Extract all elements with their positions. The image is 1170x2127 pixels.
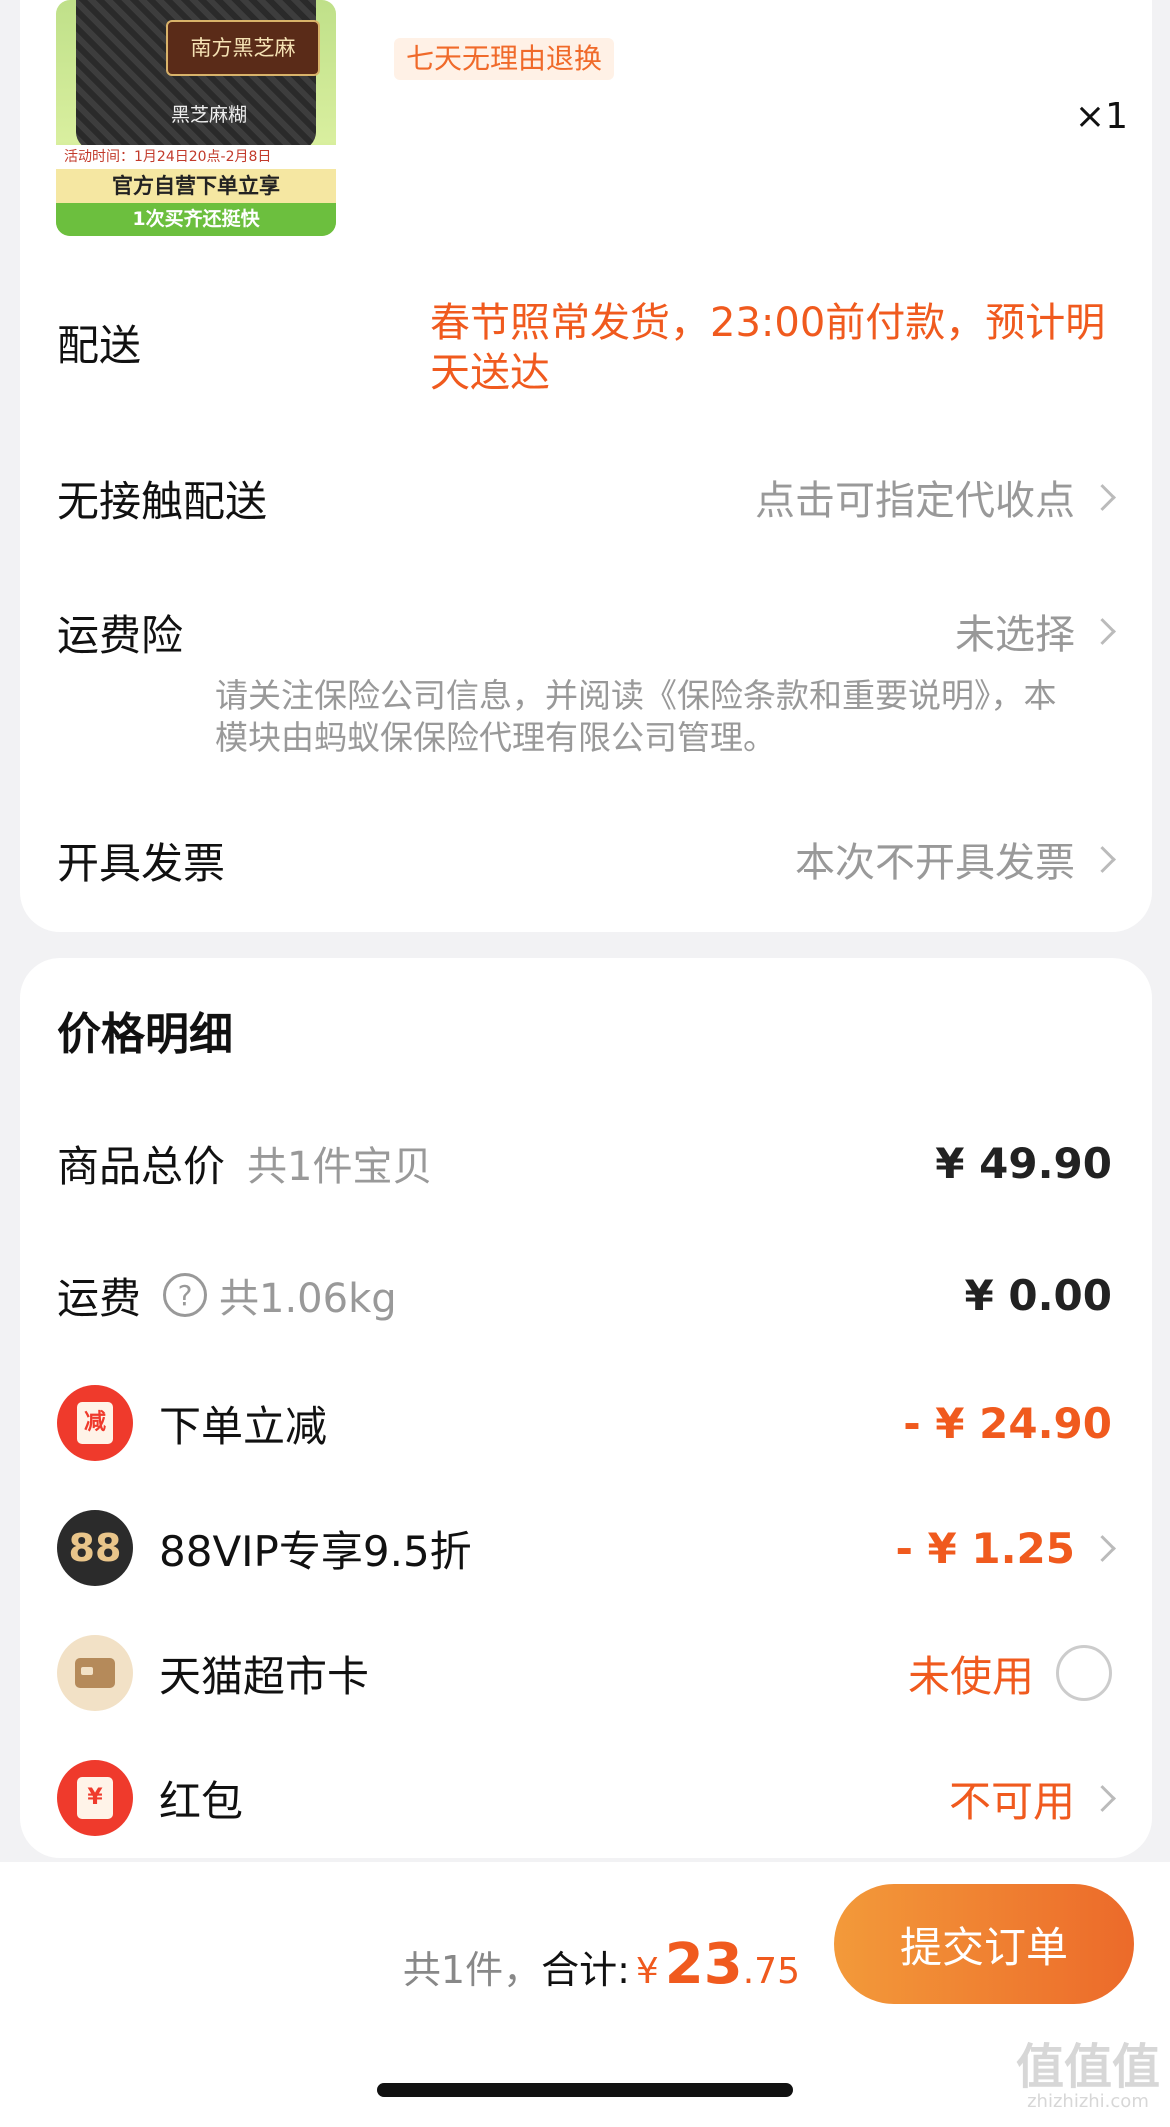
- shipping-insurance-value: 未选择: [955, 612, 1075, 658]
- discount-icon-glyph: 减: [77, 1402, 113, 1444]
- item-count-label: 共1件宝贝: [247, 1144, 433, 1190]
- chevron-right-icon: [1089, 483, 1116, 511]
- discount-icon: 减: [57, 1385, 133, 1461]
- order-discount-row: 减 下单立减 - ¥ 24.90: [20, 1378, 1152, 1468]
- red-packet-label: 红包: [159, 1776, 244, 1826]
- red-packet-value: 不可用: [948, 1776, 1075, 1826]
- home-indicator[interactable]: [377, 2083, 793, 2097]
- price-detail-title: 价格明细: [57, 1009, 233, 1060]
- watermark-url: zhizhizhi.com: [1027, 2091, 1149, 2112]
- product-promo-subbanner: 1次买齐还挺快: [56, 203, 336, 236]
- shipping-fee-row: 运费 ? 共1.06kg ¥ 0.00: [20, 1250, 1152, 1340]
- vip-discount-value-group: - ¥ 1.25: [895, 1503, 1116, 1593]
- order-discount-value: - ¥ 24.90: [903, 1398, 1112, 1448]
- chevron-right-icon: [1089, 617, 1116, 645]
- insurance-disclaimer: 请关注保险公司信息，并阅读《保险条款和重要说明》，本模块由蚂蚁保保险代理有限公司…: [215, 676, 1057, 757]
- currency-symbol: ¥: [635, 1951, 659, 1992]
- chevron-right-icon: [1089, 1534, 1116, 1562]
- contactless-delivery-label: 无接触配送: [57, 477, 268, 526]
- shipping-insurance-value-group: 未选择: [955, 602, 1116, 660]
- gift-card-icon: [57, 1635, 133, 1711]
- shipping-fee-value: ¥ 0.00: [964, 1270, 1112, 1320]
- help-icon[interactable]: ?: [163, 1273, 208, 1317]
- invoice-value: 本次不开具发票: [795, 840, 1075, 886]
- order-total-label: 合计:: [541, 1948, 630, 1992]
- order-total: 共1件， 合计: ¥ 23 .75: [403, 1932, 800, 1997]
- item-total-value: ¥ 49.90: [935, 1138, 1112, 1188]
- contactless-delivery-value-group: 点击可指定代收点: [755, 468, 1116, 526]
- shipping-insurance-label: 运费险: [57, 611, 184, 660]
- chevron-right-icon: [1089, 1784, 1116, 1812]
- supermarket-card-radio[interactable]: [1056, 1645, 1112, 1701]
- product-package: 南方黑芝麻 黑芝麻糊: [76, 0, 320, 150]
- product-promo-banner: 官方自营下单立享: [56, 169, 336, 203]
- shipping-weight-label: 共1.06kg: [219, 1276, 397, 1322]
- product-image[interactable]: 南方黑芝麻 黑芝麻糊 活动时间：1月24日20点-2月8日 官方自营下单立享 1…: [56, 0, 336, 236]
- red-packet-icon-glyph: ¥: [77, 1777, 113, 1819]
- order-total-integer: 23: [664, 1932, 743, 1997]
- order-discount-label: 下单立减: [159, 1401, 328, 1451]
- supermarket-card-value: 未使用: [907, 1651, 1034, 1701]
- order-options-card: 南方黑芝麻 黑芝麻糊 活动时间：1月24日20点-2月8日 官方自营下单立享 1…: [20, 0, 1152, 932]
- watermark-logo: 值值值 zhizhizhi.com: [1016, 2042, 1160, 2112]
- supermarket-card-row: 天猫超市卡 未使用: [20, 1628, 1152, 1718]
- order-item-count: 共1件，: [402, 1948, 542, 1992]
- item-total-row: 商品总价 共1件宝贝 ¥ 49.90: [20, 1118, 1152, 1208]
- vip88-icon: 88: [57, 1510, 133, 1586]
- invoice-label: 开具发票: [57, 839, 226, 888]
- red-packet-icon: ¥: [57, 1760, 133, 1836]
- supermarket-card-label: 天猫超市卡: [159, 1651, 370, 1701]
- vip-discount-value: - ¥ 1.25: [895, 1523, 1075, 1573]
- product-activity-banner: 活动时间：1月24日20点-2月8日: [56, 145, 336, 169]
- item-total-label: 商品总价: [57, 1141, 226, 1191]
- price-detail-card: 价格明细 商品总价 共1件宝贝 ¥ 49.90 运费 ? 共1.06kg ¥ 0…: [20, 958, 1152, 1858]
- quantity-label: ×1: [1074, 96, 1128, 137]
- product-name-label: 黑芝麻糊: [171, 104, 248, 126]
- contactless-delivery-value: 点击可指定代收点: [755, 478, 1075, 524]
- return-policy-tag: 七天无理由退换: [394, 38, 615, 80]
- checkout-bar: 共1件， 合计: ¥ 23 .75 提交订单 值值值 zhizhizhi.com: [0, 1862, 1170, 2127]
- vip-discount-label: 88VIP专享9.5折: [159, 1526, 472, 1576]
- submit-order-button[interactable]: 提交订单: [834, 1884, 1134, 2004]
- chevron-right-icon: [1089, 845, 1116, 873]
- red-packet-row[interactable]: ¥ 红包 不可用: [20, 1753, 1152, 1843]
- invoice-value-group: 本次不开具发票: [795, 830, 1116, 888]
- order-total-decimal: .75: [742, 1951, 800, 1992]
- product-brand-label: 南方黑芝麻: [166, 20, 320, 76]
- delivery-value: 春节照常发货，23:00前付款，预计明天送达: [430, 300, 1106, 396]
- delivery-label: 配送: [57, 321, 142, 370]
- supermarket-card-value-group: 未使用: [908, 1628, 1112, 1718]
- watermark-text: 值值值: [1015, 2039, 1160, 2095]
- shipping-fee-label: 运费: [57, 1273, 142, 1323]
- red-packet-value-group: 不可用: [948, 1753, 1116, 1843]
- vip-discount-row[interactable]: 88 88VIP专享9.5折 - ¥ 1.25: [20, 1503, 1152, 1593]
